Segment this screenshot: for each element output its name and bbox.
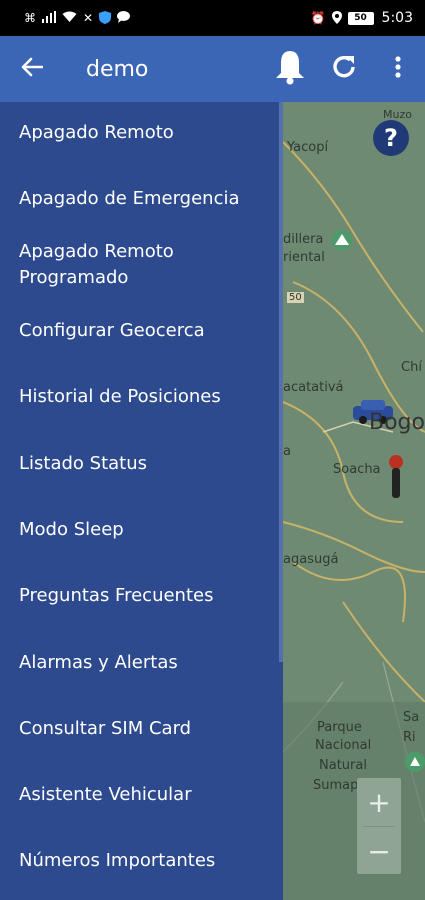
menu-item-numeros-importantes[interactable]: Números Importantes (0, 844, 279, 878)
back-button[interactable] (0, 36, 64, 102)
menu-item-apagado-programado[interactable]: Apagado Remoto Programado (0, 237, 279, 293)
map-label-fusagasuga: agasugá (283, 552, 339, 567)
menu-item-preguntas-frecuentes[interactable]: Preguntas Frecuentes (0, 579, 279, 613)
zoom-out-button[interactable]: − (357, 827, 401, 875)
chat-icon (117, 11, 131, 25)
map-label-yacopi: Yacopí (287, 140, 329, 155)
zoom-controls: + − (357, 778, 401, 874)
bell-icon (275, 49, 305, 89)
map-label-la: a (283, 444, 291, 459)
location-icon (331, 10, 342, 26)
map-label-bogota: Bogo (369, 410, 425, 435)
map-label-oriental: riental (283, 250, 325, 265)
arrow-left-icon (21, 57, 44, 81)
navigation-drawer: Apagado Remoto Apagado de Emergencia Apa… (0, 102, 283, 900)
menu-item-asistente-vehicular[interactable]: Asistente Vehicular (0, 778, 279, 812)
debug-icon: ⌘ (24, 11, 36, 25)
menu-item-apagado-emergencia[interactable]: Apagado de Emergencia (0, 182, 279, 216)
map-view[interactable]: Muzo Yacopí ? dillera riental 50 Chí aca… (283, 102, 425, 900)
map-label-ri: Ri (403, 730, 416, 745)
map-label-route: 50 (287, 292, 304, 303)
notifications-button[interactable] (263, 36, 317, 102)
menu-item-configurar-geocerca[interactable]: Configurar Geocerca (0, 314, 279, 348)
map-label-parque: Parque (317, 720, 362, 735)
menu-item-apagado-remoto[interactable]: Apagado Remoto (0, 116, 279, 150)
shield-icon (99, 10, 112, 26)
menu-item-alarmas-alertas[interactable]: Alarmas y Alertas (0, 646, 279, 680)
map-label-natural: Natural (319, 758, 367, 773)
refresh-button[interactable] (317, 36, 371, 102)
wifi-icon (62, 11, 77, 25)
map-label-chia: Chí (401, 360, 422, 375)
motorcycle-marker-icon (385, 454, 407, 504)
menu-item-consultar-sim[interactable]: Consultar SIM Card (0, 712, 279, 746)
map-label-cordillera: dillera (283, 232, 324, 247)
park-icon (405, 752, 425, 772)
signal-icon (42, 11, 56, 25)
mute-icon: ✕ (83, 11, 94, 25)
app-title: demo (86, 56, 149, 82)
menu-item-historial-posiciones[interactable]: Historial de Posiciones (0, 380, 279, 414)
status-time: 5:03 (381, 10, 413, 26)
map-label-muzo: Muzo (383, 108, 412, 121)
more-button[interactable] (371, 36, 425, 102)
map-label-sa: Sa (403, 710, 420, 725)
zoom-in-button[interactable]: + (357, 778, 401, 826)
help-button[interactable]: ? (373, 120, 409, 156)
map-label-facatativa: acatativá (283, 380, 344, 395)
app-bar: demo (0, 36, 425, 102)
battery-indicator: 50 (347, 11, 374, 25)
menu-item-modo-sleep[interactable]: Modo Sleep (0, 513, 279, 547)
map-label-soacha: Soacha (333, 462, 381, 477)
menu-item-listado-status[interactable]: Listado Status (0, 447, 279, 481)
drawer-scrollbar[interactable] (279, 102, 283, 662)
mountain-icon (332, 230, 352, 250)
alarm-icon: ⏰ (310, 11, 326, 25)
refresh-icon (330, 53, 358, 85)
status-left: ⌘ ✕ (24, 10, 131, 26)
more-vert-icon (395, 56, 401, 82)
status-right: ⏰ 50 5:03 (311, 10, 413, 26)
map-label-nacional: Nacional (315, 738, 372, 753)
status-bar: ⌘ ✕ ⏰ 50 5:03 (0, 0, 425, 36)
